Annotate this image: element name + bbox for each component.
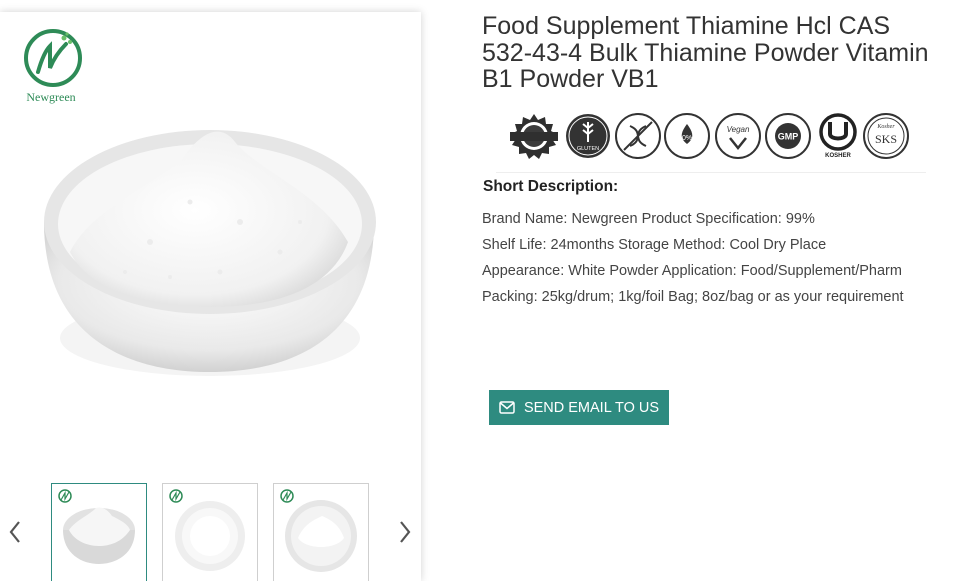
svg-text:Vegan: Vegan [727,125,750,134]
kosher-badge-icon: KOSHER [819,113,857,159]
vegan-friendly-badge-icon: Vegan [715,113,761,159]
svg-text:GMP: GMP [778,132,799,142]
gmp-certified-badge-icon: GMP [765,113,811,159]
product-title: Food Supplement Thiamine Hcl CAS 532-43-… [482,12,929,93]
natural-ingredients-badge-icon [510,114,558,159]
gmo-free-badge-icon [615,113,661,159]
main-product-image[interactable] [30,102,390,402]
gallery-next-button[interactable] [395,518,415,546]
powder-bowl-thumbnail [58,489,135,564]
thumbnail-strip [0,470,421,581]
svg-text:0%: 0% [682,135,692,142]
spec-line: Appearance: White Powder Application: Fo… [482,263,902,279]
svg-text:SKS: SKS [875,132,897,146]
spec-line: Packing: 25kg/drum; 1kg/foil Bag; 8oz/ba… [482,289,904,305]
thumbnail-2[interactable] [162,483,258,581]
chevron-right-icon [400,521,411,543]
gluten-free-badge-icon: GLUTEN [566,114,610,158]
spec-line: Shelf Life: 24months Storage Method: Coo… [482,237,827,253]
svg-text:KOSHER: KOSHER [825,153,851,159]
preservatives-free-badge-icon: 0% [664,113,710,159]
product-gallery: Newgreen [0,12,421,581]
powder-plate-thumbnail [169,489,245,571]
certification-badges: GLUTEN 0% Vegan GMP KOSHER Kosher SKS [496,104,926,173]
spec-line: Brand Name: Newgreen Product Specificati… [482,211,815,227]
powder-plate-thumbnail [280,489,357,572]
chevron-left-icon [9,521,20,543]
svg-text:GLUTEN: GLUTEN [577,146,599,152]
sks-kosher-badge-icon: Kosher SKS [863,113,909,159]
thumbnail-3[interactable] [273,483,369,581]
newgreen-logo-icon [24,29,82,87]
send-email-button[interactable]: SEND EMAIL TO US [489,390,669,425]
envelope-icon [499,401,515,414]
svg-text:Kosher: Kosher [876,124,895,130]
short-description-heading: Short Description: [483,178,619,195]
gallery-prev-button[interactable] [5,518,25,546]
newgreen-logo: Newgreen [18,28,88,108]
thumbnail-1[interactable] [51,483,147,581]
send-email-label: SEND EMAIL TO US [523,399,660,416]
